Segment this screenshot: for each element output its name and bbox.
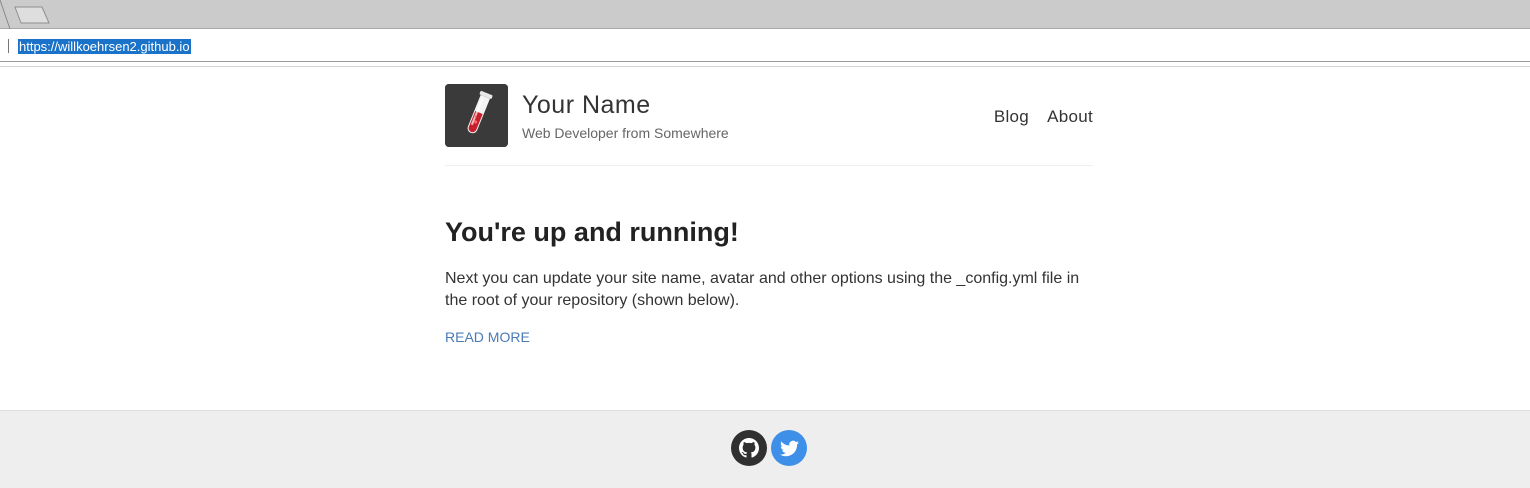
read-more-link[interactable]: READ MORE — [445, 329, 530, 345]
test-tube-icon — [445, 84, 508, 147]
chrome-separator — [0, 63, 1530, 67]
new-tab-button[interactable] — [14, 6, 50, 24]
masthead: Your Name Web Developer from Somewhere B… — [445, 84, 1093, 166]
twitter-link[interactable] — [771, 430, 807, 466]
site-description: Web Developer from Somewhere — [522, 125, 729, 141]
post-title[interactable]: You're up and running! — [445, 214, 1093, 250]
twitter-icon — [779, 440, 799, 456]
site-name[interactable]: Your Name — [522, 91, 651, 120]
browser-tabstrip — [0, 0, 1530, 29]
site-avatar[interactable] — [445, 84, 508, 147]
nav-item-about[interactable]: About — [1047, 107, 1093, 127]
tab-edge-icon — [0, 0, 11, 29]
github-link[interactable] — [731, 430, 767, 466]
nav-item-blog[interactable]: Blog — [994, 107, 1029, 127]
address-bar[interactable]: https://willkoehrsen2.github.io — [0, 29, 1530, 62]
post: You're up and running! Next you can upda… — [445, 214, 1093, 347]
address-caret — [8, 39, 9, 53]
url-text[interactable]: https://willkoehrsen2.github.io — [18, 39, 191, 54]
footer — [0, 410, 1530, 488]
site-nav: Blog About — [994, 107, 1093, 127]
github-icon — [739, 438, 759, 458]
post-excerpt: Next you can update your site name, avat… — [445, 270, 1080, 309]
